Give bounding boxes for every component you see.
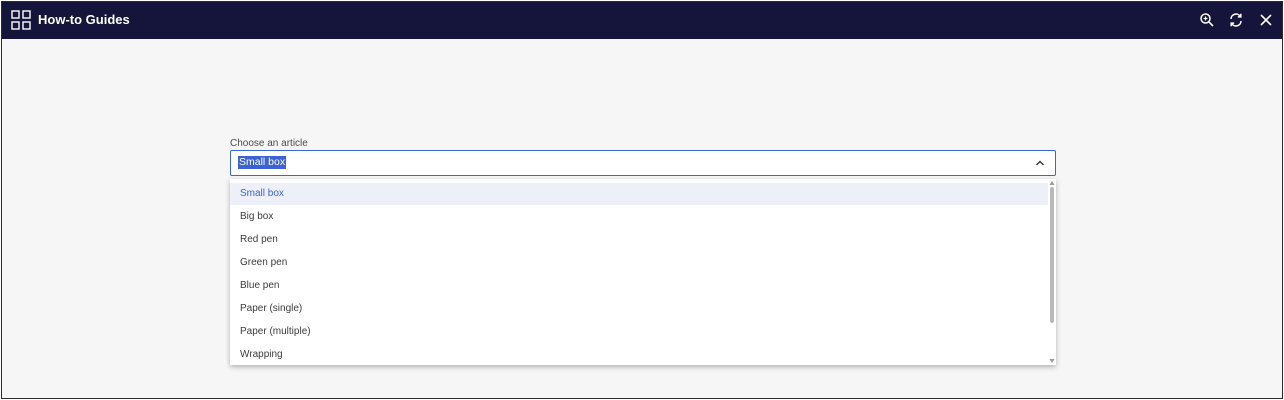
dropdown-option-big-box[interactable]: Big box [230,206,1048,228]
dropdown-option-wrapping[interactable]: Wrapping [230,344,1048,365]
scrollbar-thumb[interactable] [1050,187,1054,323]
title-bar: How-to Guides [2,2,1282,39]
dropdown-scrollbar[interactable] [1048,179,1056,365]
zoom-search-icon [1200,13,1214,27]
dropdown-option-green-pen[interactable]: Green pen [230,252,1048,274]
app-title: How-to Guides [38,12,130,27]
article-dropdown-list: Small box Big box Red pen Green pen Blue… [230,179,1056,365]
refresh-icon [1230,13,1242,27]
close-button[interactable] [1257,11,1275,29]
dropdown-option-paper-single[interactable]: Paper (single) [230,298,1048,320]
chevron-up-icon[interactable] [1034,157,1046,169]
article-select[interactable]: Small box [230,150,1056,176]
scroll-down-arrow-icon[interactable] [1049,358,1055,364]
grid-icon[interactable] [11,10,31,30]
article-select-label: Choose an article [230,138,308,149]
app-window: How-to Guides Choose an article Small bo… [1,1,1283,399]
dropdown-option-red-pen[interactable]: Red pen [230,229,1048,251]
zoom-button[interactable] [1198,11,1216,29]
refresh-button[interactable] [1227,11,1245,29]
dropdown-option-small-box[interactable]: Small box [230,183,1048,205]
article-select-value[interactable]: Small box [238,156,287,169]
close-icon [1260,14,1272,26]
dropdown-option-paper-multiple[interactable]: Paper (multiple) [230,321,1048,343]
scroll-up-arrow-icon[interactable] [1049,180,1055,186]
dropdown-option-blue-pen[interactable]: Blue pen [230,275,1048,297]
